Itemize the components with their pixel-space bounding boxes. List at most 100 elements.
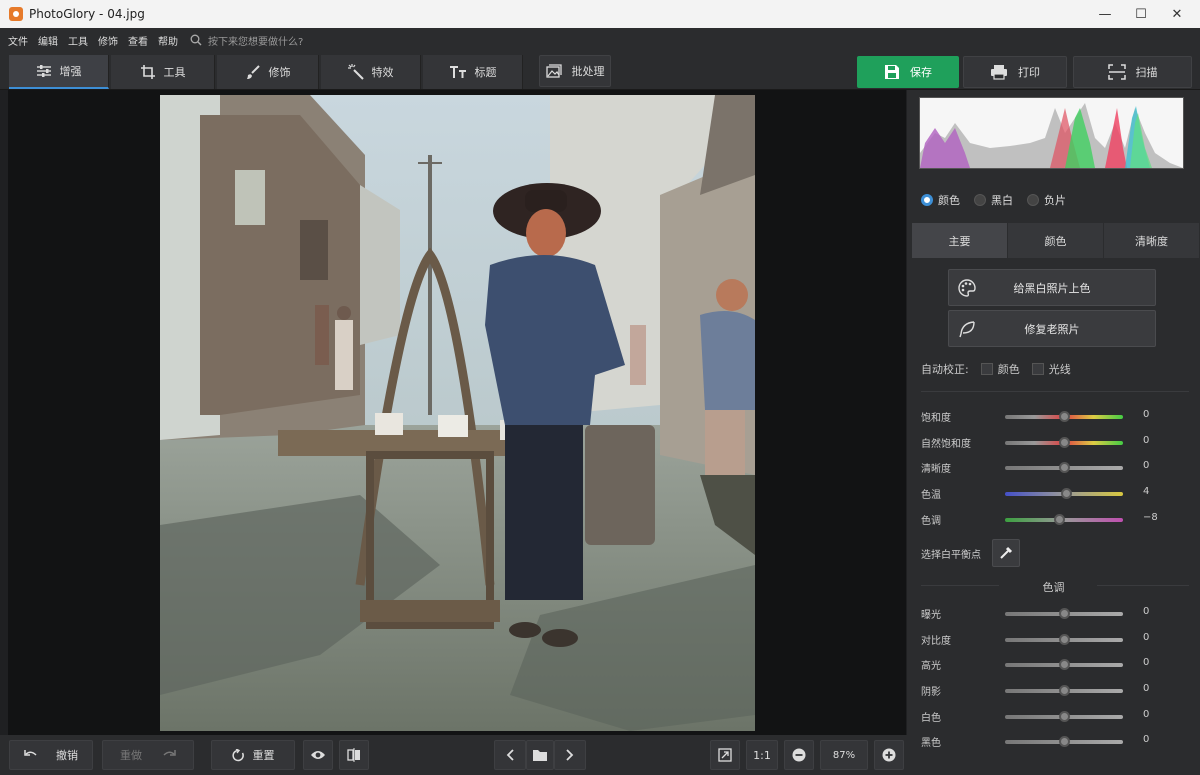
slider-knob[interactable] (1059, 711, 1070, 722)
menu-search[interactable]: 按下来您想要做什么? (190, 33, 303, 48)
eye-icon (311, 751, 325, 759)
blacks-slider[interactable]: 黑色 0 (921, 732, 1161, 750)
zoom-level[interactable]: 87% (820, 740, 868, 770)
slider-knob[interactable] (1061, 488, 1072, 499)
slider-knob[interactable] (1059, 608, 1070, 619)
tab-tools[interactable]: 工具 (111, 55, 215, 89)
slider-knob[interactable] (1059, 462, 1070, 473)
slider-knob[interactable] (1054, 514, 1065, 525)
auto-light-checkbox[interactable] (1031, 363, 1044, 375)
menu-tools[interactable]: 工具 (68, 33, 88, 48)
compare-button[interactable] (339, 740, 369, 770)
fit-screen-button[interactable] (710, 740, 740, 770)
palette-icon (958, 279, 976, 297)
menu-retouch[interactable]: 修饰 (98, 33, 118, 48)
tab-enhance[interactable]: 增强 (9, 55, 109, 89)
radio-negative[interactable]: 负片 (1027, 192, 1066, 208)
restore-button[interactable]: 修复老照片 (948, 310, 1156, 347)
redo-icon (163, 750, 176, 756)
open-folder-button[interactable] (526, 740, 554, 770)
batch-label: 批处理 (571, 65, 605, 78)
tab-caption[interactable]: 标题 (423, 55, 523, 89)
auto-color-checkbox[interactable] (980, 363, 993, 375)
tab-effects[interactable]: 特效 (321, 55, 421, 89)
print-button[interactable]: 打印 (963, 56, 1067, 88)
eyedropper-button[interactable] (992, 539, 1020, 567)
tone-section-title: 色调 (1042, 581, 1065, 594)
preview-button[interactable] (303, 740, 333, 770)
bottom-toolbar: 撤销 重做 重置 1:1 87% (0, 735, 907, 775)
colorize-button[interactable]: 给黑白照片上色 (948, 269, 1156, 306)
zoom-in-icon (882, 748, 896, 762)
slider-value: −8 (1143, 512, 1158, 523)
tab-label: 工具 (163, 66, 186, 79)
slider-value: 0 (1143, 709, 1150, 720)
batch-button[interactable]: 批处理 (539, 55, 611, 87)
divider (921, 391, 1189, 392)
whites-slider[interactable]: 白色 0 (921, 707, 1161, 725)
compare-icon (347, 748, 360, 762)
previous-image-button[interactable] (494, 740, 526, 770)
vibrance-slider[interactable]: 自然饱和度 0 (921, 433, 1161, 451)
slider-label: 清晰度 (921, 464, 951, 475)
tab-retouch[interactable]: 修饰 (217, 55, 319, 89)
slider-value: 0 (1143, 683, 1150, 694)
undo-button[interactable]: 撤销 (9, 740, 93, 770)
floppy-disk-icon (885, 65, 899, 79)
menu-view[interactable]: 查看 (128, 33, 148, 48)
slider-value: 0 (1143, 606, 1150, 617)
brush-icon (246, 65, 260, 79)
chevron-right-icon (566, 749, 574, 761)
menu-file[interactable]: 文件 (8, 33, 28, 48)
save-button[interactable]: 保存 (857, 56, 959, 88)
menu-edit[interactable]: 编辑 (38, 33, 58, 48)
restore-label: 修复老照片 (1024, 322, 1080, 336)
slider-knob[interactable] (1059, 736, 1070, 747)
scan-label: 扫描 (1135, 66, 1158, 79)
scan-button[interactable]: 扫描 (1073, 56, 1192, 88)
actual-size-button[interactable]: 1:1 (746, 740, 778, 770)
undo-label: 撤销 (56, 749, 78, 762)
exposure-slider[interactable]: 曝光 0 (921, 604, 1161, 622)
zoom-out-button[interactable] (784, 740, 814, 770)
radio-dot (921, 194, 933, 206)
contrast-slider[interactable]: 对比度 0 (921, 630, 1161, 648)
next-image-button[interactable] (554, 740, 586, 770)
temperature-slider[interactable]: 色温 4 (921, 484, 1161, 502)
tab-label: 标题 (474, 66, 497, 79)
slider-knob[interactable] (1059, 437, 1070, 448)
tab-sharpness[interactable]: 清晰度 (1104, 223, 1200, 258)
redo-button[interactable]: 重做 (102, 740, 194, 770)
slider-label: 白色 (921, 713, 941, 724)
highlights-slider[interactable]: 高光 0 (921, 655, 1161, 673)
slider-knob[interactable] (1059, 685, 1070, 696)
clarity-slider[interactable]: 清晰度 0 (921, 458, 1161, 476)
auto-correct-row: 自动校正: 颜色 光线 (921, 361, 1071, 377)
white-balance-label: 选择白平衡点 (921, 550, 981, 561)
radio-color[interactable]: 颜色 (921, 192, 960, 208)
shadows-slider[interactable]: 阴影 0 (921, 681, 1161, 699)
panel-tabs: 主要 颜色 清晰度 (912, 223, 1200, 258)
reset-label: 重置 (252, 749, 275, 762)
reset-button[interactable]: 重置 (211, 740, 295, 770)
radio-bw[interactable]: 黑白 (974, 192, 1013, 208)
menu-help[interactable]: 帮助 (158, 33, 178, 48)
photo-preview[interactable] (160, 95, 755, 731)
tab-color[interactable]: 颜色 (1008, 223, 1104, 258)
saturation-slider[interactable]: 饱和度 0 (921, 407, 1161, 425)
color-mode-group: 颜色 黑白 负片 (921, 192, 1066, 208)
tab-main[interactable]: 主要 (912, 223, 1008, 258)
close-button[interactable]: ✕ (1154, 0, 1200, 28)
tint-slider[interactable]: 色调 −8 (921, 510, 1161, 528)
slider-knob[interactable] (1059, 634, 1070, 645)
slider-knob[interactable] (1059, 659, 1070, 670)
search-icon (190, 34, 202, 46)
slider-knob[interactable] (1059, 411, 1070, 422)
zoom-in-button[interactable] (874, 740, 904, 770)
slider-label: 对比度 (921, 636, 951, 647)
slider-label: 色温 (921, 490, 941, 501)
tab-label: 增强 (59, 65, 82, 78)
zoom-out-icon (792, 748, 806, 762)
slider-label: 饱和度 (921, 413, 951, 424)
image-canvas[interactable] (8, 90, 906, 735)
